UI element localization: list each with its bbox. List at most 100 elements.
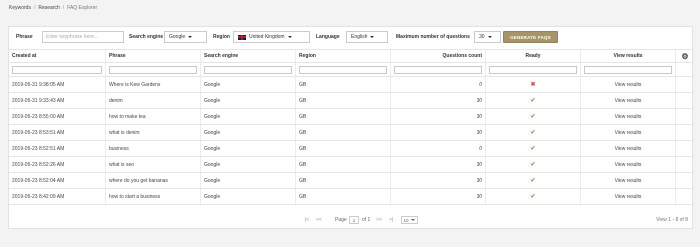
max-questions-select[interactable]: 30 [474,31,501,43]
cell-phrase: denim [106,93,201,108]
search-engine-value: Google [169,34,186,40]
column-header-created-at[interactable]: Created at [9,50,106,62]
cell-phrase: how to make tea [106,109,201,124]
view-results-link[interactable]: View results [615,146,642,152]
language-value: English [351,34,368,40]
cell-created-at: 2019-05-31 9:38:05 AM [9,77,106,92]
table-filter-row [9,63,694,77]
cell-ready: ✖ [486,77,581,92]
filter-view-results-input[interactable] [584,65,672,74]
cell-search-engine: Google [201,125,296,140]
breadcrumb-separator: / [33,5,36,11]
view-results-link[interactable]: View results [615,162,642,168]
cross-icon: ✖ [530,82,536,88]
cell-search-engine: Google [201,93,296,108]
chevron-down-icon [411,219,416,221]
cell-region: GB [296,125,391,140]
faq-table: Created at Phrase Search engine Region Q… [9,49,694,205]
filter-cell [9,63,106,76]
cell-region: GB [296,93,391,108]
filter-cell [581,63,676,76]
column-header-phrase[interactable]: Phrase [106,50,201,62]
column-header-region[interactable]: Region [296,50,391,62]
generate-faqs-button[interactable]: GENERATE FAQS [503,31,558,43]
view-results-link[interactable]: View results [615,194,642,200]
filter-phrase-input[interactable] [109,65,197,74]
filter-search-engine-input[interactable] [204,65,292,74]
table-row[interactable]: 2019-05-23 8:42:09 AM how to start a busi… [9,189,694,205]
cell-created-at: 2019-05-23 8:53:51 AM [9,125,106,140]
prev-page-button[interactable]: << [316,215,322,225]
max-questions-value: 30 [479,34,485,40]
chevron-down-icon [487,36,492,38]
view-results-link[interactable]: View results [615,130,642,136]
cell-region: GB [296,141,391,156]
cell-questions-count: 0 [391,141,486,156]
page-number-input[interactable]: 1 [349,216,359,224]
cell-questions-count: 0 [391,77,486,92]
language-select[interactable]: English [346,31,388,43]
cell-region: GB [296,77,391,92]
search-engine-label: Search engine [129,34,164,40]
gear-icon[interactable]: ⚙ [681,52,688,61]
table-row[interactable]: 2019-05-23 8:53:51 AM what is denim Google… [9,125,694,141]
column-header-search-engine[interactable]: Search engine [201,50,296,62]
cell-spacer [676,157,694,172]
view-results-link[interactable]: View results [615,178,642,184]
cell-spacer [676,125,694,140]
cell-ready: ✔ [486,157,581,172]
check-icon: ✔ [530,162,536,168]
view-results-link[interactable]: View results [615,114,642,120]
column-header-ready[interactable]: Ready [486,50,581,62]
filter-cell [106,63,201,76]
table-row[interactable]: 2019-05-23 8:52:26 AM what is seo Google GB… [9,157,694,173]
phrase-input[interactable] [42,31,124,43]
region-select[interactable]: United Kingdom [233,31,310,43]
cell-spacer [676,109,694,124]
cell-ready: ✔ [486,109,581,124]
search-engine-select[interactable]: Google [164,31,207,43]
column-settings[interactable]: ⚙ [676,50,694,62]
cell-view-results: View results [581,93,676,108]
breadcrumb-keywords[interactable]: Keywords [9,5,31,11]
column-header-questions-count[interactable]: Questions count [391,50,486,62]
cell-phrase: Where is Kew Gardens [106,77,201,92]
check-icon: ✔ [530,146,536,152]
cell-view-results: View results [581,189,676,204]
page-label: Page [335,217,347,223]
first-page-button[interactable]: |< [305,215,309,225]
cell-questions-count: 30 [391,125,486,140]
cell-ready: ✔ [486,141,581,156]
filter-region-input[interactable] [299,65,387,74]
filter-cell [296,63,391,76]
cell-view-results: View results [581,141,676,156]
cell-ready: ✔ [486,93,581,108]
cell-spacer [676,141,694,156]
table-row[interactable]: 2019-05-31 9:38:05 AM Where is Kew Garden… [9,77,694,93]
table-row[interactable]: 2019-05-31 9:33:43 AM denim Google GB 30 ✔ Vie… [9,93,694,109]
chevron-down-icon [188,36,193,38]
cell-search-engine: Google [201,157,296,172]
filter-ready-input[interactable] [489,65,577,74]
cell-questions-count: 30 [391,109,486,124]
breadcrumb-research[interactable]: Research [38,5,59,11]
filter-questions-count-input[interactable] [394,65,482,74]
table-row[interactable]: 2019-05-23 8:52:51 AM business Google GB 0 ✔ V… [9,141,694,157]
view-results-link[interactable]: View results [615,82,642,88]
uk-flag-icon [238,34,246,40]
page-size-select[interactable]: 10 [401,216,418,224]
next-page-button[interactable]: >> [376,215,382,225]
last-page-button[interactable]: >| [389,215,393,225]
table-row[interactable]: 2019-05-23 8:55:00 AM how to make tea Goog… [9,109,694,125]
cell-created-at: 2019-05-31 9:33:43 AM [9,93,106,108]
filter-created-at-input[interactable] [12,65,102,74]
cell-region: GB [296,109,391,124]
cell-questions-count: 30 [391,189,486,204]
table-row[interactable]: 2019-05-23 8:52:04 AM where do you get ba… [9,173,694,189]
filter-cell [201,63,296,76]
cell-phrase: where do you get bananas [106,173,201,188]
cell-spacer [676,93,694,108]
cell-search-engine: Google [201,77,296,92]
table-header-row: Created at Phrase Search engine Region Q… [9,49,694,63]
view-results-link[interactable]: View results [615,98,642,104]
